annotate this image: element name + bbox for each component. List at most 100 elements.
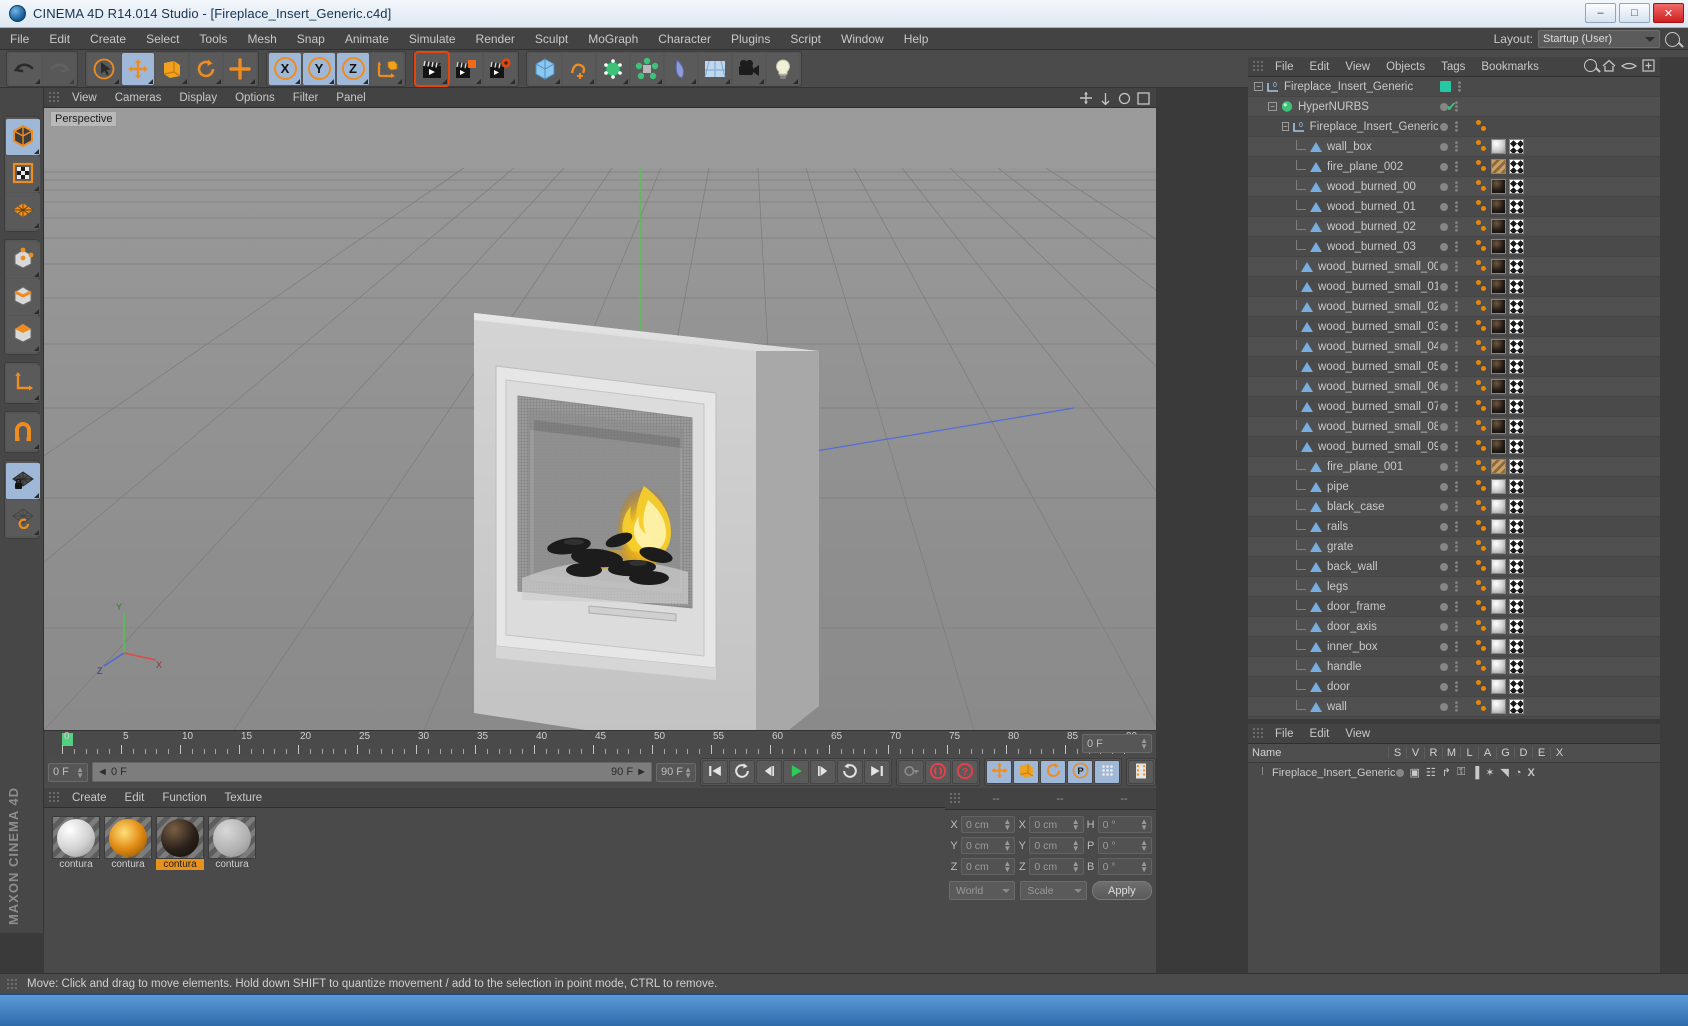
move-tool[interactable] — [122, 52, 154, 85]
points-mode-tool[interactable] — [6, 242, 40, 278]
layer-menu-edit[interactable]: Edit — [1302, 724, 1338, 744]
tag-dots-icon[interactable] — [1476, 300, 1488, 313]
loop-button[interactable] — [837, 760, 863, 784]
uvw-tag-icon[interactable] — [1509, 539, 1524, 554]
stepper-icon[interactable]: ▲ ▼ — [1140, 860, 1148, 874]
pan-view-icon[interactable] — [1079, 91, 1093, 105]
visibility-dot[interactable] — [1440, 542, 1448, 551]
visibility-dots-icon[interactable] — [1455, 161, 1458, 172]
material-swatch[interactable]: contura — [52, 816, 100, 870]
object-visibility-dots[interactable] — [1440, 641, 1458, 652]
uvw-tag-icon[interactable] — [1509, 459, 1524, 474]
material-tag-icon[interactable] — [1491, 259, 1506, 274]
coord-field-size-x[interactable]: 0 cm ▲ ▼ — [1029, 816, 1084, 833]
render-settings-button[interactable] — [484, 52, 516, 85]
menu-file[interactable]: File — [0, 28, 39, 50]
stepper-icon[interactable]: ▲ ▼ — [1003, 839, 1011, 853]
object-row[interactable]: handle — [1248, 657, 1660, 677]
material-tag-icon[interactable] — [1491, 359, 1506, 374]
expand-collapse-icon[interactable]: − — [1254, 82, 1263, 91]
visibility-dots-icon[interactable] — [1455, 421, 1458, 432]
visibility-dot[interactable] — [1440, 162, 1448, 171]
tag-dots-icon[interactable] — [1476, 660, 1488, 673]
add-light-button[interactable] — [767, 52, 799, 85]
coord-field-rotation-b[interactable]: 0 ° ▲ ▼ — [1097, 858, 1152, 875]
material-tag-icon[interactable] — [1491, 579, 1506, 594]
material-tag-icon[interactable] — [1491, 479, 1506, 494]
go-to-end-button[interactable] — [864, 760, 890, 784]
visibility-dots-icon[interactable] — [1455, 341, 1458, 352]
visibility-dot[interactable] — [1440, 642, 1448, 651]
coord-field-position-z[interactable]: 0 cm ▲ ▼ — [961, 858, 1016, 875]
search-icon[interactable] — [1665, 31, 1680, 47]
menu-mesh[interactable]: Mesh — [237, 28, 286, 50]
tag-dots-icon[interactable] — [1476, 540, 1488, 553]
object-row[interactable]: fire_plane_002 — [1248, 157, 1660, 177]
visibility-dot[interactable] — [1440, 342, 1448, 351]
object-row[interactable]: wood_burned_small_09 — [1248, 437, 1660, 457]
minimize-button[interactable]: – — [1585, 3, 1616, 23]
stepper-icon[interactable]: ▲ ▼ — [1140, 839, 1148, 853]
stepper-icon[interactable]: ▲ ▼ — [76, 765, 84, 779]
edges-mode-tool[interactable] — [6, 279, 40, 315]
viewport-menu-view[interactable]: View — [63, 88, 106, 108]
rotate-view-icon[interactable] — [1118, 92, 1131, 105]
material-manager[interactable]: contura contura contura contura — [44, 808, 945, 993]
search-objects-icon[interactable] — [1584, 59, 1597, 72]
tag-dots-icon[interactable] — [1476, 280, 1488, 293]
visibility-dot[interactable] — [1440, 482, 1448, 491]
stepper-icon[interactable]: ▲ ▼ — [1140, 818, 1148, 832]
tag-dots-icon[interactable] — [1476, 180, 1488, 193]
uvw-tag-icon[interactable] — [1509, 239, 1524, 254]
visibility-dots-icon[interactable] — [1455, 361, 1458, 372]
tag-dots-icon[interactable] — [1476, 400, 1488, 413]
tag-dots-icon[interactable] — [1476, 580, 1488, 593]
visibility-dots-icon[interactable] — [1455, 661, 1458, 672]
coord-field-rotation-h[interactable]: 0 ° ▲ ▼ — [1097, 816, 1152, 833]
coord-field-rotation-p[interactable]: 0 ° ▲ ▼ — [1097, 837, 1152, 854]
workplane-rotate-tool[interactable] — [6, 500, 40, 536]
uvw-tag-icon[interactable] — [1509, 679, 1524, 694]
visibility-dots-icon[interactable] — [1455, 601, 1458, 612]
animation-toggle-icon[interactable]: ▐ — [1471, 767, 1479, 779]
solo-toggle-icon[interactable] — [1395, 768, 1404, 777]
uvw-tag-icon[interactable] — [1509, 419, 1524, 434]
object-visibility-dots[interactable] — [1440, 241, 1458, 252]
object-row[interactable]: wood_burned_02 — [1248, 217, 1660, 237]
viewport-menu-cameras[interactable]: Cameras — [106, 88, 171, 108]
object-row[interactable]: wood_burned_small_03 — [1248, 317, 1660, 337]
material-tag-icon[interactable] — [1491, 519, 1506, 534]
visibility-dot[interactable] — [1440, 602, 1448, 611]
viewport-menu-panel[interactable]: Panel — [327, 88, 374, 108]
layer-manager-body[interactable] — [1248, 763, 1660, 993]
material-swatch[interactable]: contura — [208, 816, 256, 870]
expand-icon[interactable] — [1642, 59, 1655, 72]
visibility-dots-icon[interactable] — [1455, 381, 1458, 392]
texture-mode-tool[interactable] — [6, 156, 40, 192]
visibility-dots-icon[interactable] — [1455, 541, 1458, 552]
model-mode-tool[interactable] — [6, 119, 40, 155]
visibility-dots-icon[interactable] — [1455, 701, 1458, 712]
uvw-tag-icon[interactable] — [1509, 479, 1524, 494]
object-visibility-dots[interactable] — [1440, 161, 1458, 172]
object-row[interactable]: wood_burned_small_05 — [1248, 357, 1660, 377]
keyframe-selection-button[interactable]: ? — [952, 760, 978, 784]
visibility-dot[interactable] — [1440, 142, 1448, 151]
object-row[interactable]: − HyperNURBS ✔ — [1248, 97, 1660, 117]
visibility-dots-icon[interactable] — [1455, 201, 1458, 212]
visibility-dot[interactable] — [1440, 182, 1448, 191]
layer-row[interactable]: Fireplace_Insert_Generic ▣ ☷ ↱ ⚿ ▐ ✶ ◥ ◔ X — [1248, 763, 1660, 782]
add-spline-button[interactable] — [563, 52, 595, 85]
object-row[interactable]: wall_box — [1248, 137, 1660, 157]
uvw-tag-icon[interactable] — [1509, 199, 1524, 214]
tag-dots-icon[interactable] — [1476, 140, 1488, 153]
object-row[interactable]: grate — [1248, 537, 1660, 557]
object-row[interactable]: door_frame — [1248, 597, 1660, 617]
tag-dots-icon[interactable] — [1476, 500, 1488, 513]
stepper-icon[interactable]: ▲ ▼ — [1072, 839, 1080, 853]
maximize-button[interactable]: □ — [1619, 3, 1650, 23]
object-row[interactable]: wall — [1248, 697, 1660, 717]
autokeying-button[interactable] — [898, 760, 924, 784]
visibility-dots-icon[interactable] — [1455, 281, 1458, 292]
layer-menu-file[interactable]: File — [1267, 724, 1302, 744]
